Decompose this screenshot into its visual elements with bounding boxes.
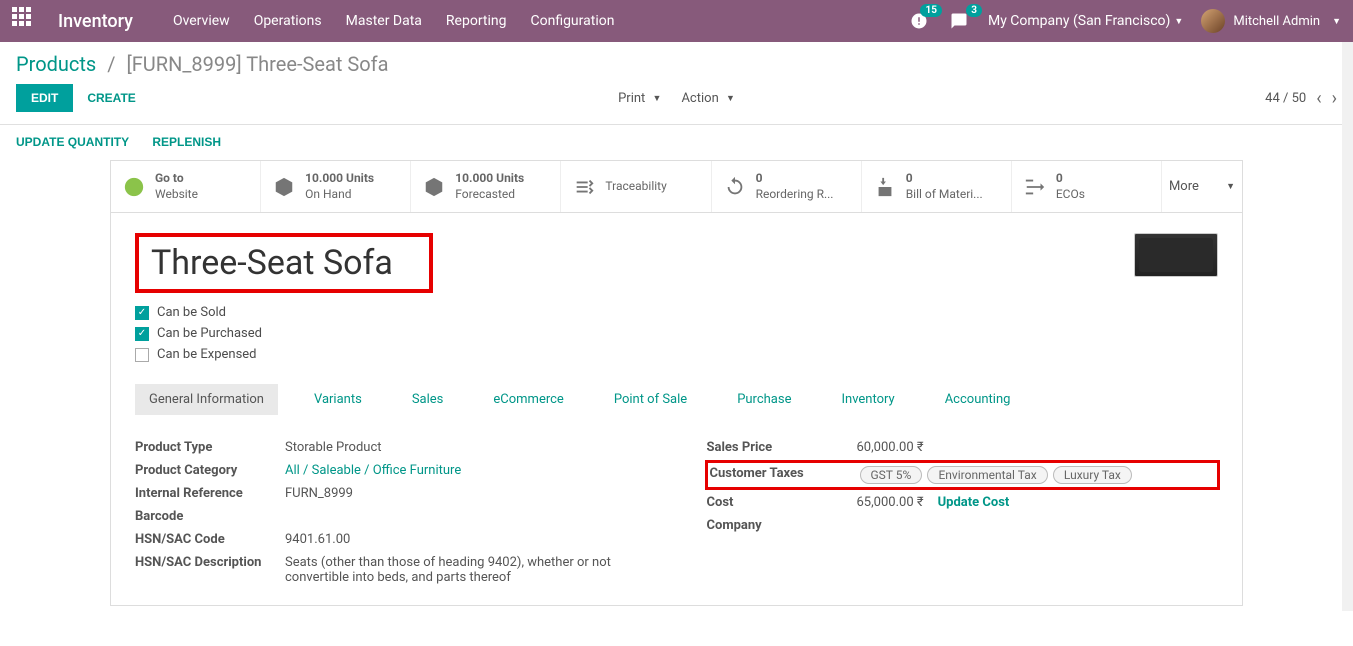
- tax-tag[interactable]: GST 5%: [860, 466, 923, 484]
- tab-purchase[interactable]: Purchase: [723, 384, 805, 415]
- product-name-highlight: Three-Seat Sofa: [135, 233, 433, 293]
- tax-tag[interactable]: Environmental Tax: [927, 466, 1047, 484]
- tab-pos[interactable]: Point of Sale: [600, 384, 701, 415]
- check-can-be-purchased[interactable]: ✓Can be Purchased: [135, 326, 433, 341]
- stat-button-row: Go toWebsite 10.000 UnitsOn Hand 10.000 …: [110, 160, 1243, 213]
- checkbox-icon: [135, 348, 149, 362]
- check-can-be-sold[interactable]: ✓Can be Sold: [135, 305, 433, 320]
- field-product-type: Product TypeStorable Product: [135, 440, 647, 455]
- field-company: Company: [707, 518, 1219, 533]
- update-quantity-button[interactable]: UPDATE QUANTITY: [16, 135, 129, 149]
- replenish-button[interactable]: REPLENISH: [152, 135, 221, 149]
- print-dropdown[interactable]: Print ▼: [618, 91, 661, 106]
- breadcrumb: Products / [FURN_8999] Three-Seat Sofa: [0, 42, 1353, 80]
- stat-onhand[interactable]: 10.000 UnitsOn Hand: [261, 161, 411, 212]
- avatar: [1201, 9, 1225, 33]
- tab-variants[interactable]: Variants: [300, 384, 376, 415]
- product-image[interactable]: [1134, 233, 1218, 277]
- pager-prev[interactable]: ‹: [1316, 88, 1321, 109]
- activity-badge: 15: [920, 4, 941, 17]
- field-product-category: Product CategoryAll / Saleable / Office …: [135, 463, 647, 478]
- scrollbar[interactable]: [1342, 42, 1353, 611]
- tab-ecommerce[interactable]: eCommerce: [479, 384, 577, 415]
- form-sheet: Three-Seat Sofa ✓Can be Sold ✓Can be Pur…: [110, 213, 1243, 606]
- product-name: Three-Seat Sofa: [151, 243, 393, 283]
- nav-reporting[interactable]: Reporting: [446, 13, 507, 29]
- activity-icon[interactable]: 15: [908, 10, 930, 32]
- create-button[interactable]: CREATE: [87, 91, 135, 105]
- breadcrumb-current: [FURN_8999] Three-Seat Sofa: [126, 52, 388, 76]
- tab-inventory[interactable]: Inventory: [827, 384, 908, 415]
- apps-icon[interactable]: [12, 7, 40, 35]
- chat-icon[interactable]: 3: [948, 10, 970, 32]
- checkbox-icon: ✓: [135, 327, 149, 341]
- nav-operations[interactable]: Operations: [254, 13, 322, 29]
- checkbox-icon: ✓: [135, 306, 149, 320]
- stat-reordering[interactable]: 0Reordering R...: [712, 161, 862, 212]
- action-bar: UPDATE QUANTITY REPLENISH: [0, 125, 1353, 160]
- stat-more[interactable]: More ▼: [1162, 161, 1242, 212]
- nav-masterdata[interactable]: Master Data: [346, 13, 422, 29]
- chat-badge: 3: [966, 4, 982, 17]
- top-navbar: Inventory Overview Operations Master Dat…: [0, 0, 1353, 42]
- app-brand[interactable]: Inventory: [58, 11, 133, 32]
- tab-sales[interactable]: Sales: [398, 384, 458, 415]
- field-customer-taxes-highlight: Customer Taxes GST 5% Environmental Tax …: [705, 460, 1221, 490]
- check-can-be-expensed[interactable]: Can be Expensed: [135, 347, 433, 362]
- company-switcher[interactable]: My Company (San Francisco)▼: [988, 13, 1183, 29]
- stat-forecast[interactable]: 10.000 UnitsForecasted: [411, 161, 561, 212]
- edit-button[interactable]: EDIT: [16, 84, 73, 112]
- user-menu[interactable]: Mitchell Admin▼: [1201, 9, 1341, 33]
- nav-configuration[interactable]: Configuration: [530, 13, 614, 29]
- stat-bom[interactable]: 0Bill of Materi...: [862, 161, 1012, 212]
- field-barcode: Barcode: [135, 509, 647, 524]
- tab-accounting[interactable]: Accounting: [931, 384, 1025, 415]
- stat-traceability[interactable]: Traceability: [561, 161, 711, 212]
- nav-menu: Overview Operations Master Data Reportin…: [173, 13, 615, 29]
- tab-bar: General Information Variants Sales eComm…: [135, 384, 1218, 416]
- pager-next[interactable]: ›: [1332, 88, 1337, 109]
- breadcrumb-root[interactable]: Products: [16, 52, 96, 76]
- tab-general-information[interactable]: General Information: [135, 384, 278, 415]
- tax-tag[interactable]: Luxury Tax: [1053, 466, 1132, 484]
- field-cost: Cost65,000.00 ₹Update Cost: [707, 495, 1219, 510]
- field-hsn-code: HSN/SAC Code9401.61.00: [135, 532, 647, 547]
- field-hsn-desc: HSN/SAC DescriptionSeats (other than tho…: [135, 555, 647, 585]
- update-cost-link[interactable]: Update Cost: [938, 495, 1010, 510]
- action-dropdown[interactable]: Action ▼: [681, 91, 734, 106]
- pager-text: 44 / 50: [1265, 91, 1306, 106]
- customer-taxes-tags: GST 5% Environmental Tax Luxury Tax: [860, 466, 1216, 484]
- field-sales-price: Sales Price60,000.00 ₹: [707, 440, 1219, 455]
- stat-ecos[interactable]: 0ECOs: [1012, 161, 1162, 212]
- control-bar: EDIT CREATE Print ▼ Action ▼ 44 / 50 ‹ ›: [0, 80, 1353, 122]
- stat-website[interactable]: Go toWebsite: [111, 161, 261, 212]
- nav-overview[interactable]: Overview: [173, 13, 230, 29]
- field-internal-ref: Internal ReferenceFURN_8999: [135, 486, 647, 501]
